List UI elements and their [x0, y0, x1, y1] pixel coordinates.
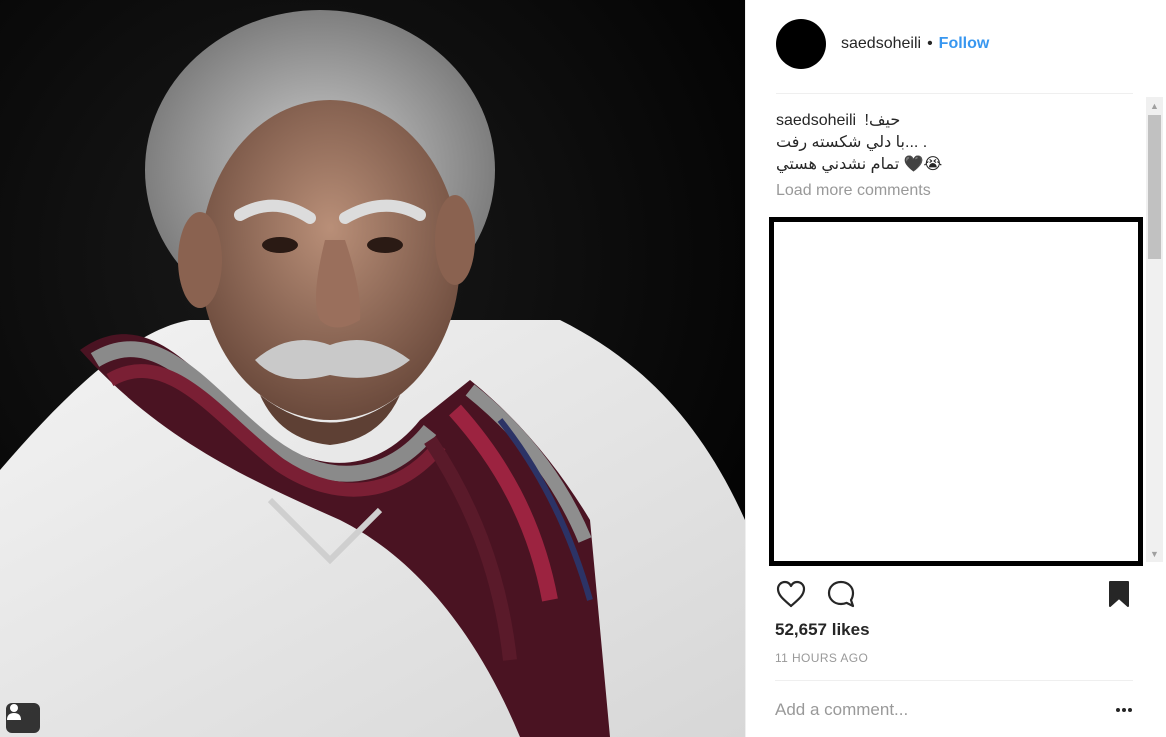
- scroll-up-arrow-icon[interactable]: ▲: [1146, 97, 1163, 114]
- follow-button[interactable]: Follow: [939, 35, 990, 53]
- likes-count[interactable]: 52,657 likes: [775, 620, 870, 640]
- heart-icon[interactable]: [775, 577, 807, 611]
- caption-text-2: . ...با دلي شكسته رفت: [776, 134, 928, 151]
- post-photo[interactable]: [0, 0, 745, 737]
- add-comment-input[interactable]: [775, 696, 1095, 724]
- caption: saedsoheili حيف! . ...با دلي شكسته رفت 😭…: [776, 110, 1142, 176]
- separator-dot: •: [927, 35, 933, 52]
- caption-line-1: saedsoheili حيف!: [776, 110, 1142, 132]
- user-tag-icon[interactable]: [6, 703, 40, 733]
- portrait-image: [0, 0, 745, 737]
- caption-text-3: 😭🖤 تمام نشدني هستي: [776, 156, 943, 173]
- comments-scrollbar[interactable]: ▲ ▼: [1146, 97, 1163, 562]
- post-actions: [775, 577, 1135, 611]
- post-timestamp[interactable]: 11 HOURS AGO: [775, 651, 868, 665]
- header-username[interactable]: saedsoheili: [841, 35, 921, 53]
- avatar[interactable]: [776, 19, 826, 69]
- post-header: saedsoheili • Follow: [776, 18, 1136, 70]
- caption-username[interactable]: saedsoheili: [776, 112, 856, 129]
- caption-text-1: حيف!: [864, 112, 901, 129]
- ellipsis-icon[interactable]: [1112, 700, 1136, 720]
- embedded-media-placeholder: [769, 217, 1143, 566]
- comments-section: saedsoheili حيف! . ...با دلي شكسته رفت 😭…: [769, 110, 1143, 566]
- scroll-down-arrow-icon[interactable]: ▼: [1146, 545, 1163, 562]
- comment-divider: [775, 680, 1133, 681]
- header-divider: [776, 93, 1133, 94]
- speech-bubble-icon[interactable]: [825, 577, 857, 611]
- scroll-thumb[interactable]: [1148, 115, 1161, 259]
- bookmark-icon[interactable]: [1103, 577, 1135, 611]
- load-more-comments-link[interactable]: Load more comments: [776, 182, 1142, 200]
